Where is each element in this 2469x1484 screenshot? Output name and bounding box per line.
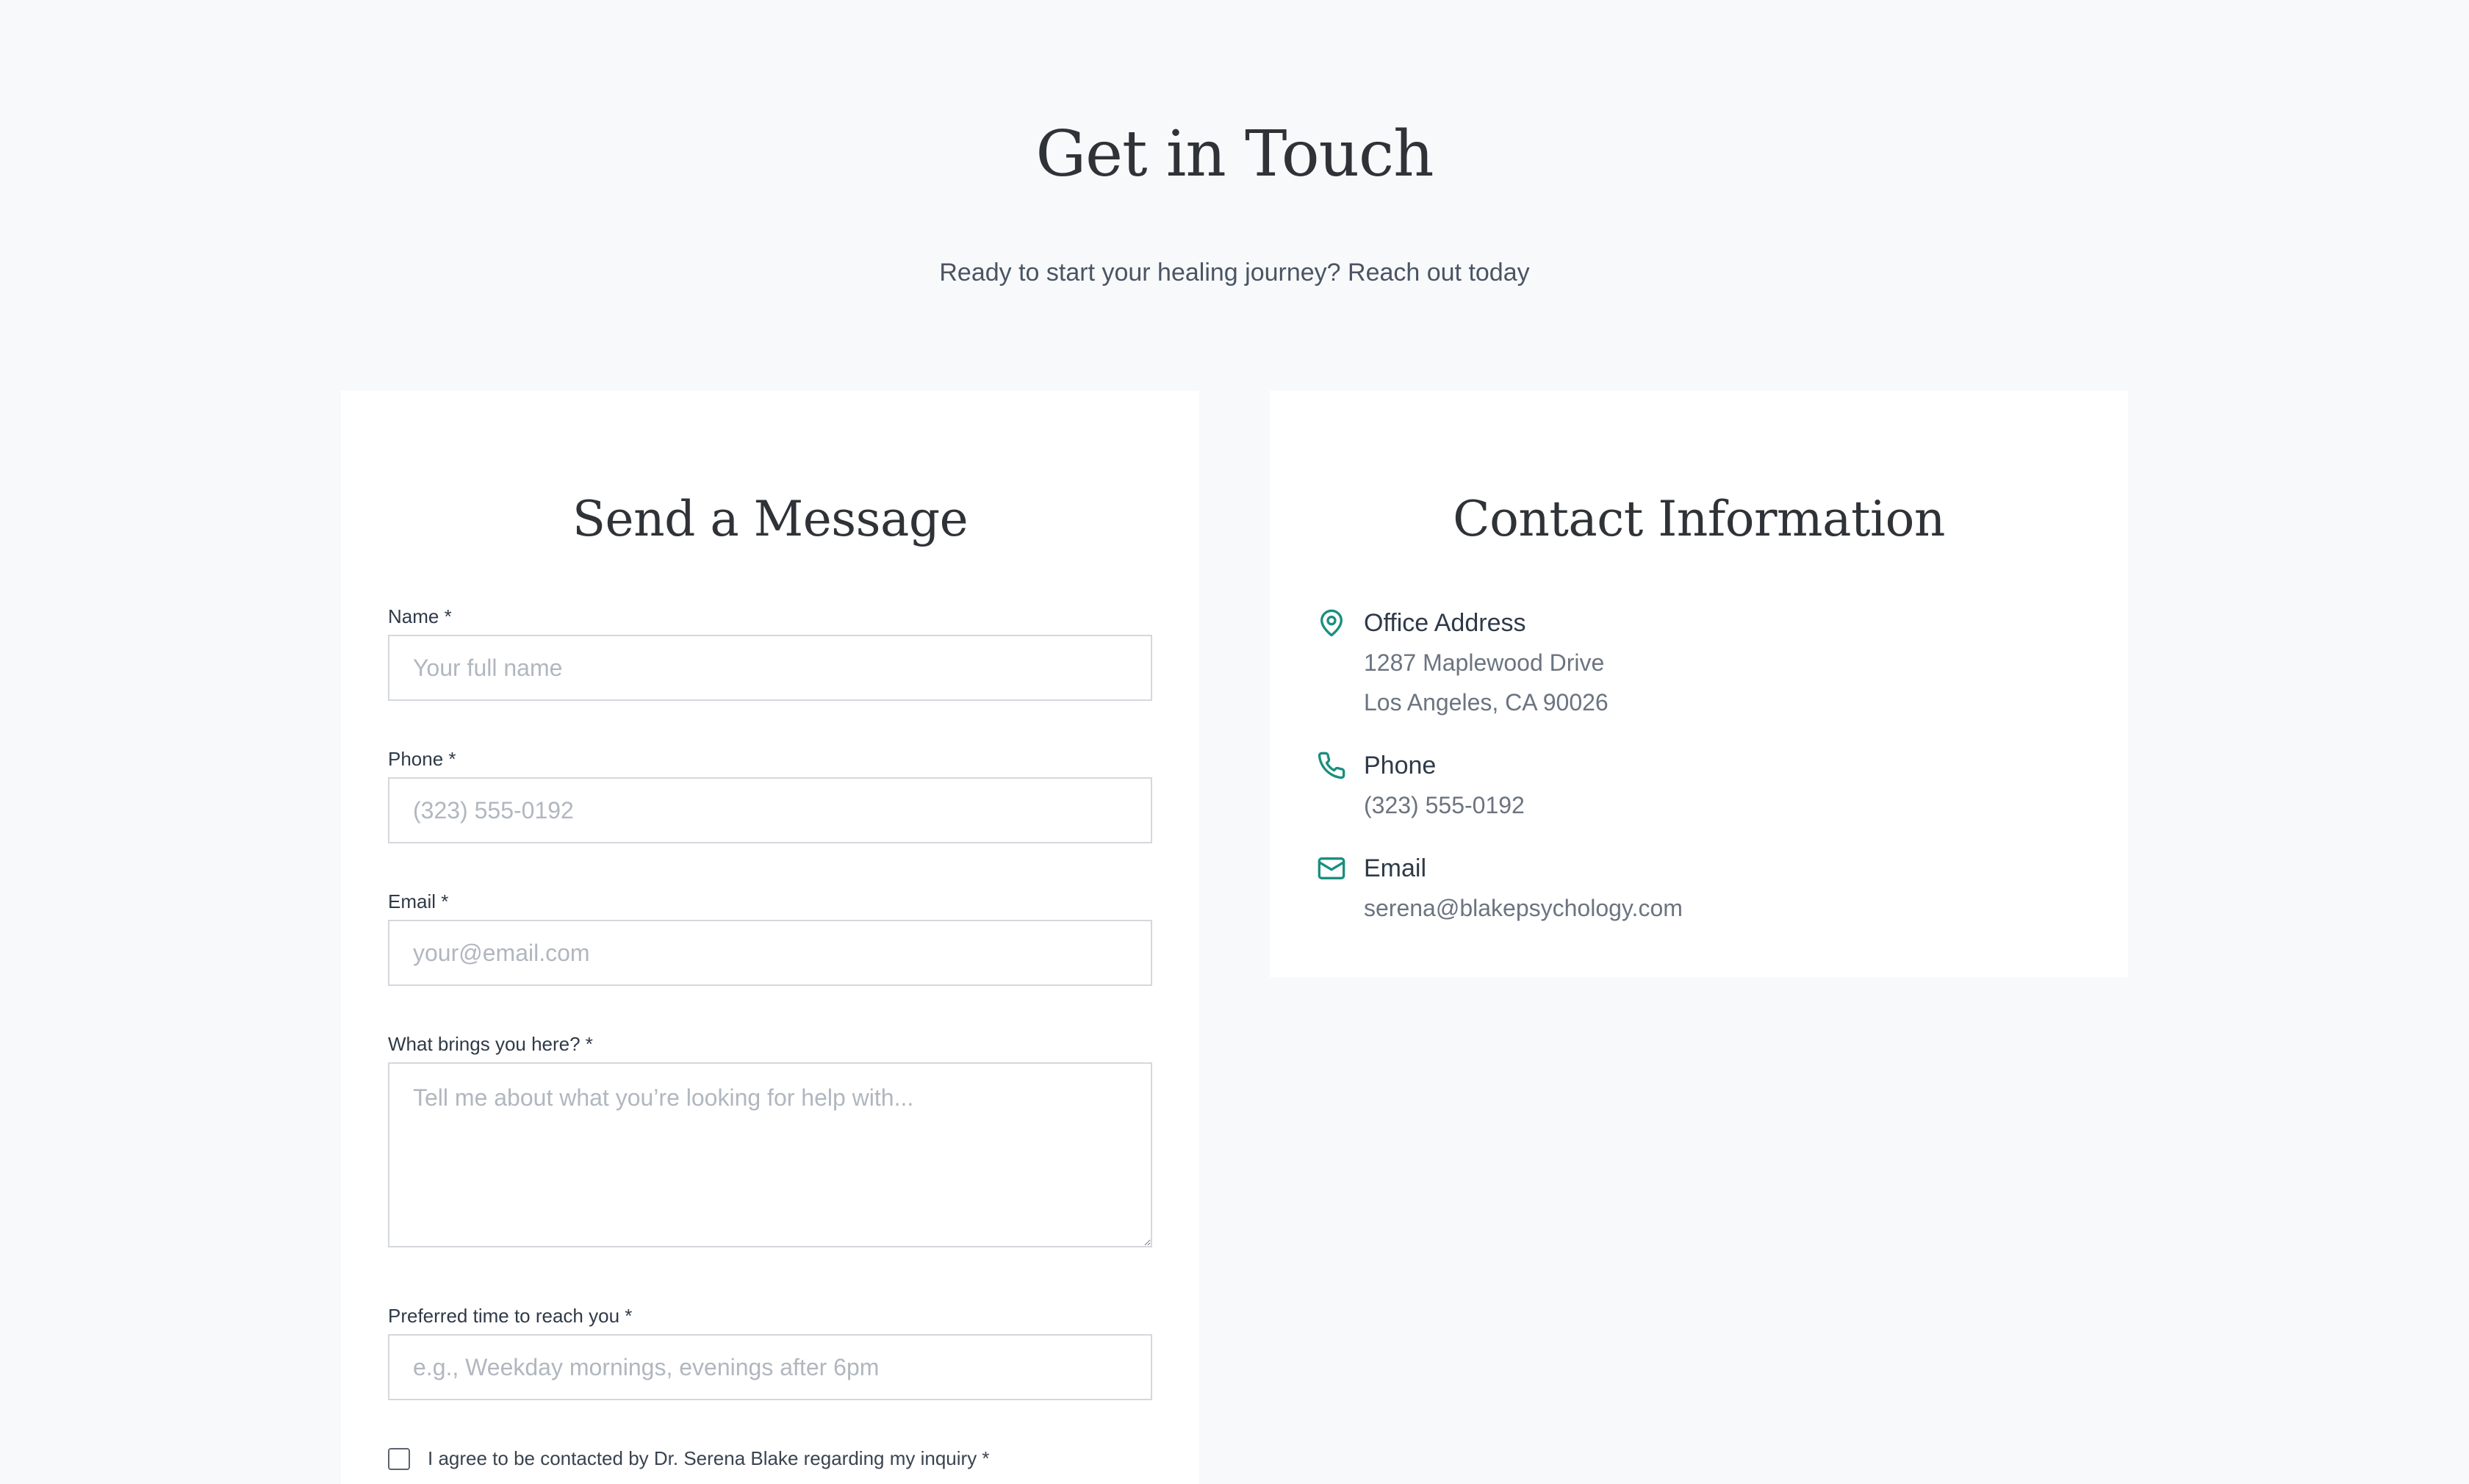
phone-number[interactable]: (323) 555-0192 <box>1364 790 1525 830</box>
page-subtitle: Ready to start your healing journey? Rea… <box>939 259 1530 287</box>
address-line-1: 1287 Maplewood Drive <box>1364 649 1605 676</box>
name-label: Name * <box>388 605 452 627</box>
name-field-group: Name * <box>388 605 1152 701</box>
message-field-group: What brings you here? * <box>388 1033 1152 1247</box>
email-label: Email * <box>388 890 449 912</box>
phone-heading: Phone <box>1364 752 1437 779</box>
email-address[interactable]: serena@blakepsychology.com <box>1364 893 1683 933</box>
phone-input[interactable] <box>388 777 1152 843</box>
form-title: Send a Message <box>572 491 968 547</box>
consent-label: I agree to be contacted by Dr. Serena Bl… <box>428 1447 990 1469</box>
preferred-time-label: Preferred time to reach you * <box>388 1305 633 1327</box>
phone-label: Phone * <box>388 748 456 770</box>
email-input[interactable] <box>388 920 1152 986</box>
email-field-group: Email * <box>388 890 1152 986</box>
mail-icon <box>1317 854 1346 883</box>
message-label: What brings you here? * <box>388 1033 593 1055</box>
phone-icon <box>1317 751 1346 780</box>
contact-title: Contact Information <box>1453 491 1945 547</box>
phone-field-group: Phone * <box>388 748 1152 843</box>
email-heading: Email <box>1364 854 1427 882</box>
message-form-card: Send a Message Name * Phone * Email * Wh… <box>341 391 1199 1484</box>
contact-info-card: Contact Information Office Address 1287 … <box>1270 391 2128 977</box>
preferred-time-input[interactable] <box>388 1334 1152 1400</box>
page-title: Get in Touch <box>1035 118 1434 191</box>
preferred-time-field-group: Preferred time to reach you * <box>388 1305 1152 1400</box>
address-line-2: Los Angeles, CA 90026 <box>1364 689 1609 716</box>
consent-checkbox[interactable] <box>388 1447 410 1470</box>
office-address-heading: Office Address <box>1364 609 1526 637</box>
message-textarea[interactable] <box>388 1062 1152 1247</box>
name-input[interactable] <box>388 635 1152 701</box>
consent-row: I agree to be contacted by Dr. Serena Bl… <box>388 1447 990 1470</box>
map-pin-icon <box>1317 608 1346 638</box>
